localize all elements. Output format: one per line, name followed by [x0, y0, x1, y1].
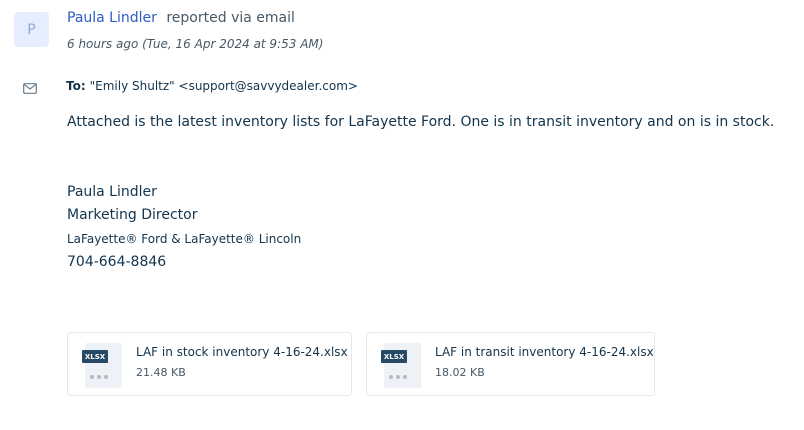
attachment-name[interactable]: LAF in transit inventory 4-16-24.xlsx: [435, 345, 654, 359]
file-type-badge: XLSX: [82, 350, 108, 363]
message-body: Attached is the latest inventory lists f…: [67, 114, 775, 130]
attachment-size: 18.02 KB: [435, 366, 485, 379]
xlsx-file-icon: XLSX: [82, 343, 122, 388]
to-label: To:: [66, 79, 86, 93]
timestamp: 6 hours ago (Tue, 16 Apr 2024 at 9:53 AM…: [67, 37, 324, 51]
attachment-card[interactable]: XLSX LAF in transit inventory 4-16-24.xl…: [366, 332, 655, 396]
signature-company: LaFayette® Ford & LaFayette® Lincoln: [67, 232, 302, 246]
recipient-line: To: "Emily Shultz" <support@savvydealer.c…: [66, 79, 358, 93]
file-type-badge: XLSX: [381, 350, 407, 363]
envelope-icon: [23, 79, 37, 98]
signature-phone: 704-664-8846: [67, 254, 167, 270]
avatar: P: [14, 12, 49, 47]
xlsx-file-icon: XLSX: [381, 343, 421, 388]
via-text: reported via email: [166, 10, 295, 26]
signature-name: Paula Lindler: [67, 184, 157, 200]
recipient-value: "Emily Shultz" <support@savvydealer.com>: [89, 79, 358, 93]
attachment-name[interactable]: LAF in stock inventory 4-16-24.xlsx: [136, 345, 348, 359]
signature-title: Marketing Director: [67, 207, 198, 223]
sender-name-link[interactable]: Paula Lindler: [67, 10, 157, 26]
attachment-size: 21.48 KB: [136, 366, 186, 379]
message-header: Paula Lindler reported via email: [67, 10, 295, 26]
attachment-card[interactable]: XLSX LAF in stock inventory 4-16-24.xlsx…: [67, 332, 352, 396]
